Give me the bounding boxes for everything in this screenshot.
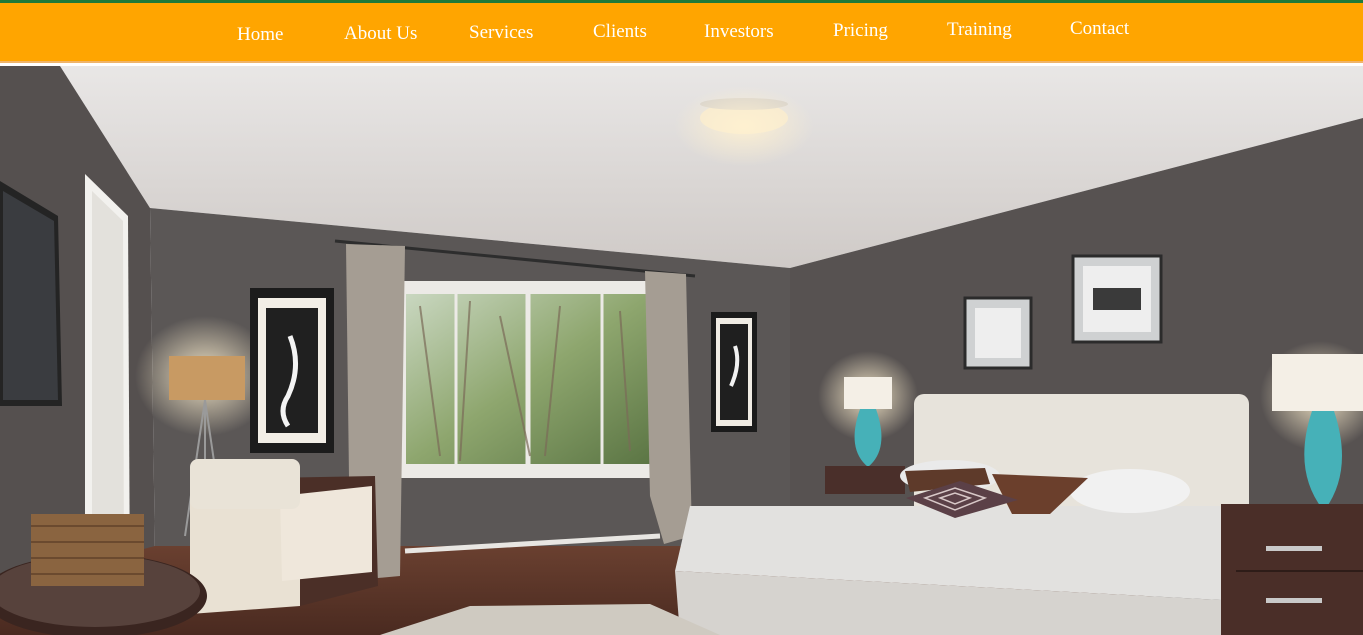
nav-link-pricing[interactable]: Pricing <box>833 20 888 42</box>
hero-bedroom-image <box>0 66 1363 635</box>
nav-link-training[interactable]: Training <box>947 19 1012 41</box>
nav-link-investors[interactable]: Investors <box>704 21 774 43</box>
nav-link-contact[interactable]: Contact <box>1070 18 1129 40</box>
main-navigation-bar: Home About Us Services Clients Investors… <box>0 3 1363 61</box>
nav-link-about-us[interactable]: About Us <box>344 23 417 45</box>
nav-link-services[interactable]: Services <box>469 22 533 44</box>
nav-link-clients[interactable]: Clients <box>593 21 647 43</box>
nav-link-home[interactable]: Home <box>237 24 283 46</box>
